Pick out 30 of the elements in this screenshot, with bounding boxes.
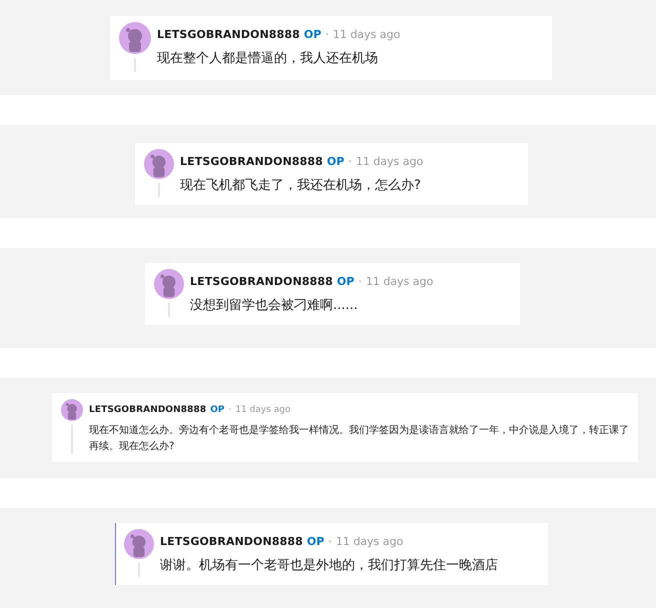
username[interactable]: LETSGOBRANDON8888 bbox=[180, 155, 323, 168]
separator: · bbox=[328, 535, 332, 548]
avatar-icon bbox=[154, 269, 184, 299]
username[interactable]: LETSGOBRANDON8888 bbox=[157, 28, 300, 41]
comment-text: 现在飞机都飞走了，我还在机场，怎么办? bbox=[180, 177, 422, 195]
avatar-icon bbox=[124, 529, 154, 559]
comment-text: 没想到留学也会被刁难啊...... bbox=[190, 297, 359, 315]
op-label: OP bbox=[336, 275, 354, 288]
timestamp: 11 days ago bbox=[356, 155, 424, 168]
separator: · bbox=[348, 155, 352, 168]
comment-text: 现在整个人都是懵逼的，我人还在机场 bbox=[157, 50, 379, 68]
timestamp: 11 days ago bbox=[366, 275, 434, 288]
username[interactable]: LETSGOBRANDON8888 bbox=[160, 535, 303, 548]
separator: · bbox=[358, 275, 362, 288]
avatar-icon bbox=[144, 149, 174, 179]
timestamp: 11 days ago bbox=[332, 28, 400, 41]
separator: · bbox=[228, 405, 232, 415]
timestamp: 11 days ago bbox=[235, 405, 291, 415]
op-label: OP bbox=[304, 28, 322, 41]
avatar-icon bbox=[119, 22, 151, 54]
timestamp: 11 days ago bbox=[336, 535, 404, 548]
avatar-icon bbox=[61, 399, 83, 421]
username[interactable]: LETSGOBRANDON8888 bbox=[89, 405, 206, 415]
comment-text: 现在不知道怎么办。旁边有个老哥也是学签给我一样情况。我们学签因为是读语言就给了一年，中介说是入境了，转正课了再续。现在怎么办? bbox=[89, 424, 630, 454]
comment-text: 谢谢。机场有一个老哥也是外地的，我们打算先住一晚酒店 bbox=[160, 557, 499, 575]
op-label: OP bbox=[326, 155, 344, 168]
username[interactable]: LETSGOBRANDON8888 bbox=[190, 275, 333, 288]
separator: · bbox=[325, 28, 329, 41]
op-label: OP bbox=[210, 405, 224, 415]
op-label: OP bbox=[306, 535, 324, 548]
